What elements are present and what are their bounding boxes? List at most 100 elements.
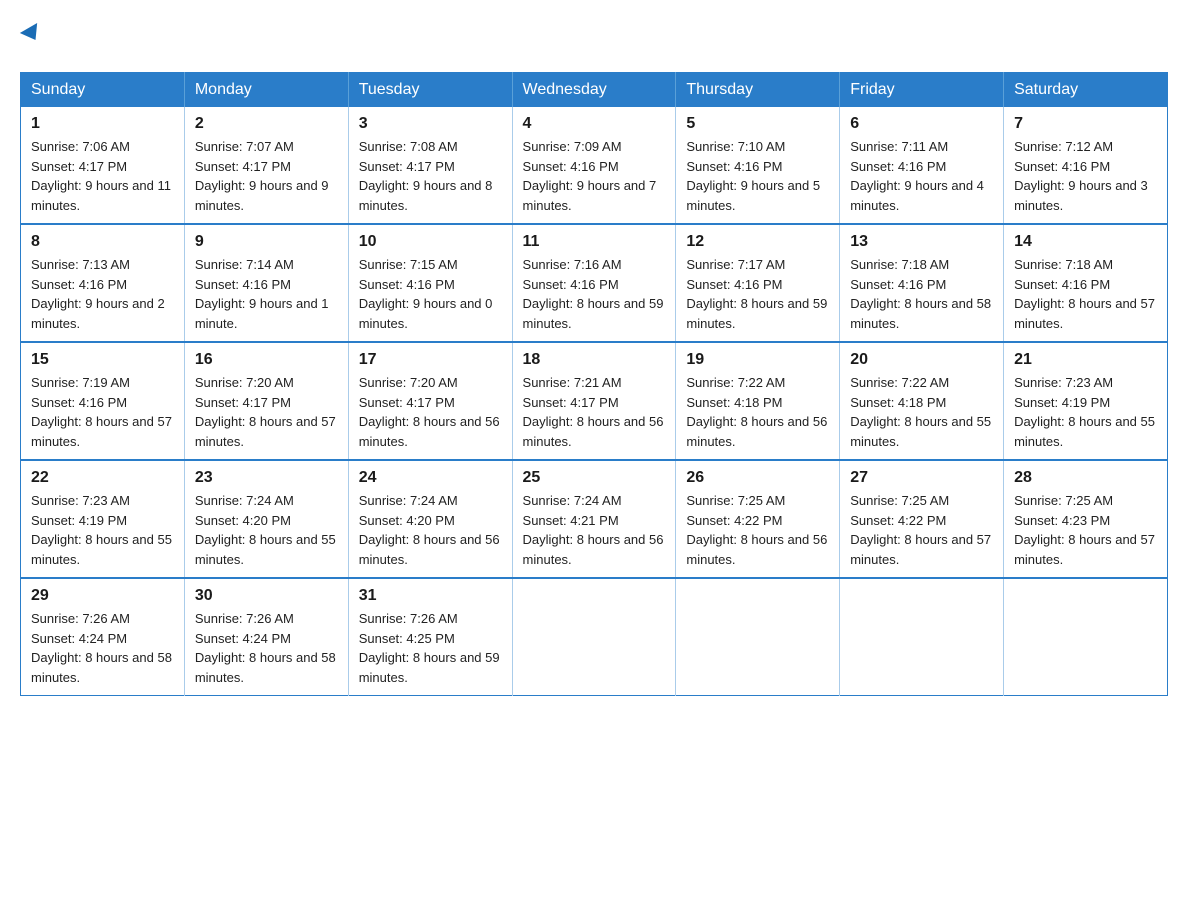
day-number: 10: [359, 233, 502, 251]
logo-text: [20, 20, 42, 52]
day-number: 16: [195, 351, 338, 369]
sunrise-label: Sunrise:: [195, 611, 243, 626]
day-cell-21: 21 Sunrise: 7:23 AM Sunset: 4:19 PM Dayl…: [1004, 342, 1168, 460]
daylight-label: Daylight:: [686, 178, 737, 193]
sunset-label: Sunset:: [195, 631, 239, 646]
day-number: 11: [523, 233, 666, 251]
sunset-label: Sunset:: [359, 277, 403, 292]
day-info: Sunrise: 7:08 AM Sunset: 4:17 PM Dayligh…: [359, 137, 502, 215]
sunrise-label: Sunrise:: [359, 139, 407, 154]
day-number: 3: [359, 115, 502, 133]
day-cell-23: 23 Sunrise: 7:24 AM Sunset: 4:20 PM Dayl…: [184, 460, 348, 578]
day-number: 4: [523, 115, 666, 133]
day-number: 28: [1014, 469, 1157, 487]
day-info: Sunrise: 7:17 AM Sunset: 4:16 PM Dayligh…: [686, 255, 829, 333]
sunset-label: Sunset:: [686, 395, 730, 410]
day-cell-18: 18 Sunrise: 7:21 AM Sunset: 4:17 PM Dayl…: [512, 342, 676, 460]
sunset-label: Sunset:: [850, 277, 894, 292]
sunrise-label: Sunrise:: [359, 375, 407, 390]
day-info: Sunrise: 7:09 AM Sunset: 4:16 PM Dayligh…: [523, 137, 666, 215]
day-number: 24: [359, 469, 502, 487]
day-info: Sunrise: 7:26 AM Sunset: 4:24 PM Dayligh…: [31, 609, 174, 687]
sunset-label: Sunset:: [195, 159, 239, 174]
sunrise-label: Sunrise:: [686, 493, 734, 508]
day-info: Sunrise: 7:21 AM Sunset: 4:17 PM Dayligh…: [523, 373, 666, 451]
day-info: Sunrise: 7:25 AM Sunset: 4:22 PM Dayligh…: [686, 491, 829, 569]
day-cell-5: 5 Sunrise: 7:10 AM Sunset: 4:16 PM Dayli…: [676, 107, 840, 224]
daylight-label: Daylight:: [850, 178, 901, 193]
page-header: [20, 20, 1168, 52]
day-number: 7: [1014, 115, 1157, 133]
day-number: 13: [850, 233, 993, 251]
sunset-label: Sunset:: [523, 277, 567, 292]
day-number: 6: [850, 115, 993, 133]
sunrise-label: Sunrise:: [850, 493, 898, 508]
sunset-label: Sunset:: [686, 277, 730, 292]
calendar-table: SundayMondayTuesdayWednesdayThursdayFrid…: [20, 72, 1168, 696]
day-info: Sunrise: 7:18 AM Sunset: 4:16 PM Dayligh…: [1014, 255, 1157, 333]
day-cell-6: 6 Sunrise: 7:11 AM Sunset: 4:16 PM Dayli…: [840, 107, 1004, 224]
daylight-label: Daylight:: [523, 414, 574, 429]
week-row-5: 29 Sunrise: 7:26 AM Sunset: 4:24 PM Dayl…: [21, 578, 1168, 696]
day-number: 19: [686, 351, 829, 369]
day-info: Sunrise: 7:15 AM Sunset: 4:16 PM Dayligh…: [359, 255, 502, 333]
day-info: Sunrise: 7:25 AM Sunset: 4:23 PM Dayligh…: [1014, 491, 1157, 569]
day-number: 31: [359, 587, 502, 605]
day-cell-30: 30 Sunrise: 7:26 AM Sunset: 4:24 PM Dayl…: [184, 578, 348, 696]
sunrise-label: Sunrise:: [850, 139, 898, 154]
daylight-label: Daylight:: [195, 296, 246, 311]
daylight-label: Daylight:: [686, 296, 737, 311]
day-number: 29: [31, 587, 174, 605]
weekday-header-row: SundayMondayTuesdayWednesdayThursdayFrid…: [21, 73, 1168, 108]
week-row-2: 8 Sunrise: 7:13 AM Sunset: 4:16 PM Dayli…: [21, 224, 1168, 342]
sunset-label: Sunset:: [1014, 395, 1058, 410]
daylight-label: Daylight:: [523, 532, 574, 547]
sunrise-label: Sunrise:: [195, 139, 243, 154]
sunset-label: Sunset:: [1014, 159, 1058, 174]
sunset-label: Sunset:: [1014, 513, 1058, 528]
daylight-label: Daylight:: [1014, 532, 1065, 547]
day-info: Sunrise: 7:10 AM Sunset: 4:16 PM Dayligh…: [686, 137, 829, 215]
sunrise-label: Sunrise:: [359, 611, 407, 626]
weekday-header-monday: Monday: [184, 73, 348, 108]
day-cell-16: 16 Sunrise: 7:20 AM Sunset: 4:17 PM Dayl…: [184, 342, 348, 460]
sunset-label: Sunset:: [359, 159, 403, 174]
daylight-label: Daylight:: [359, 296, 410, 311]
sunset-label: Sunset:: [359, 513, 403, 528]
sunrise-label: Sunrise:: [850, 375, 898, 390]
sunrise-label: Sunrise:: [1014, 257, 1062, 272]
day-number: 18: [523, 351, 666, 369]
sunset-label: Sunset:: [523, 513, 567, 528]
daylight-label: Daylight:: [1014, 178, 1065, 193]
day-cell-22: 22 Sunrise: 7:23 AM Sunset: 4:19 PM Dayl…: [21, 460, 185, 578]
sunset-label: Sunset:: [1014, 277, 1058, 292]
sunrise-label: Sunrise:: [195, 493, 243, 508]
day-info: Sunrise: 7:22 AM Sunset: 4:18 PM Dayligh…: [686, 373, 829, 451]
day-cell-26: 26 Sunrise: 7:25 AM Sunset: 4:22 PM Dayl…: [676, 460, 840, 578]
day-cell-1: 1 Sunrise: 7:06 AM Sunset: 4:17 PM Dayli…: [21, 107, 185, 224]
day-number: 12: [686, 233, 829, 251]
day-number: 20: [850, 351, 993, 369]
day-cell-9: 9 Sunrise: 7:14 AM Sunset: 4:16 PM Dayli…: [184, 224, 348, 342]
daylight-label: Daylight:: [359, 414, 410, 429]
sunrise-label: Sunrise:: [359, 493, 407, 508]
day-cell-14: 14 Sunrise: 7:18 AM Sunset: 4:16 PM Dayl…: [1004, 224, 1168, 342]
sunset-label: Sunset:: [31, 631, 75, 646]
sunset-label: Sunset:: [686, 513, 730, 528]
day-cell-2: 2 Sunrise: 7:07 AM Sunset: 4:17 PM Dayli…: [184, 107, 348, 224]
day-number: 5: [686, 115, 829, 133]
day-cell-31: 31 Sunrise: 7:26 AM Sunset: 4:25 PM Dayl…: [348, 578, 512, 696]
day-info: Sunrise: 7:26 AM Sunset: 4:24 PM Dayligh…: [195, 609, 338, 687]
sunrise-label: Sunrise:: [31, 611, 79, 626]
day-cell-29: 29 Sunrise: 7:26 AM Sunset: 4:24 PM Dayl…: [21, 578, 185, 696]
day-cell-17: 17 Sunrise: 7:20 AM Sunset: 4:17 PM Dayl…: [348, 342, 512, 460]
daylight-label: Daylight:: [850, 296, 901, 311]
daylight-label: Daylight:: [31, 414, 82, 429]
day-number: 17: [359, 351, 502, 369]
day-number: 23: [195, 469, 338, 487]
sunset-label: Sunset:: [31, 395, 75, 410]
day-info: Sunrise: 7:07 AM Sunset: 4:17 PM Dayligh…: [195, 137, 338, 215]
sunrise-label: Sunrise:: [850, 257, 898, 272]
weekday-header-sunday: Sunday: [21, 73, 185, 108]
sunset-label: Sunset:: [359, 631, 403, 646]
